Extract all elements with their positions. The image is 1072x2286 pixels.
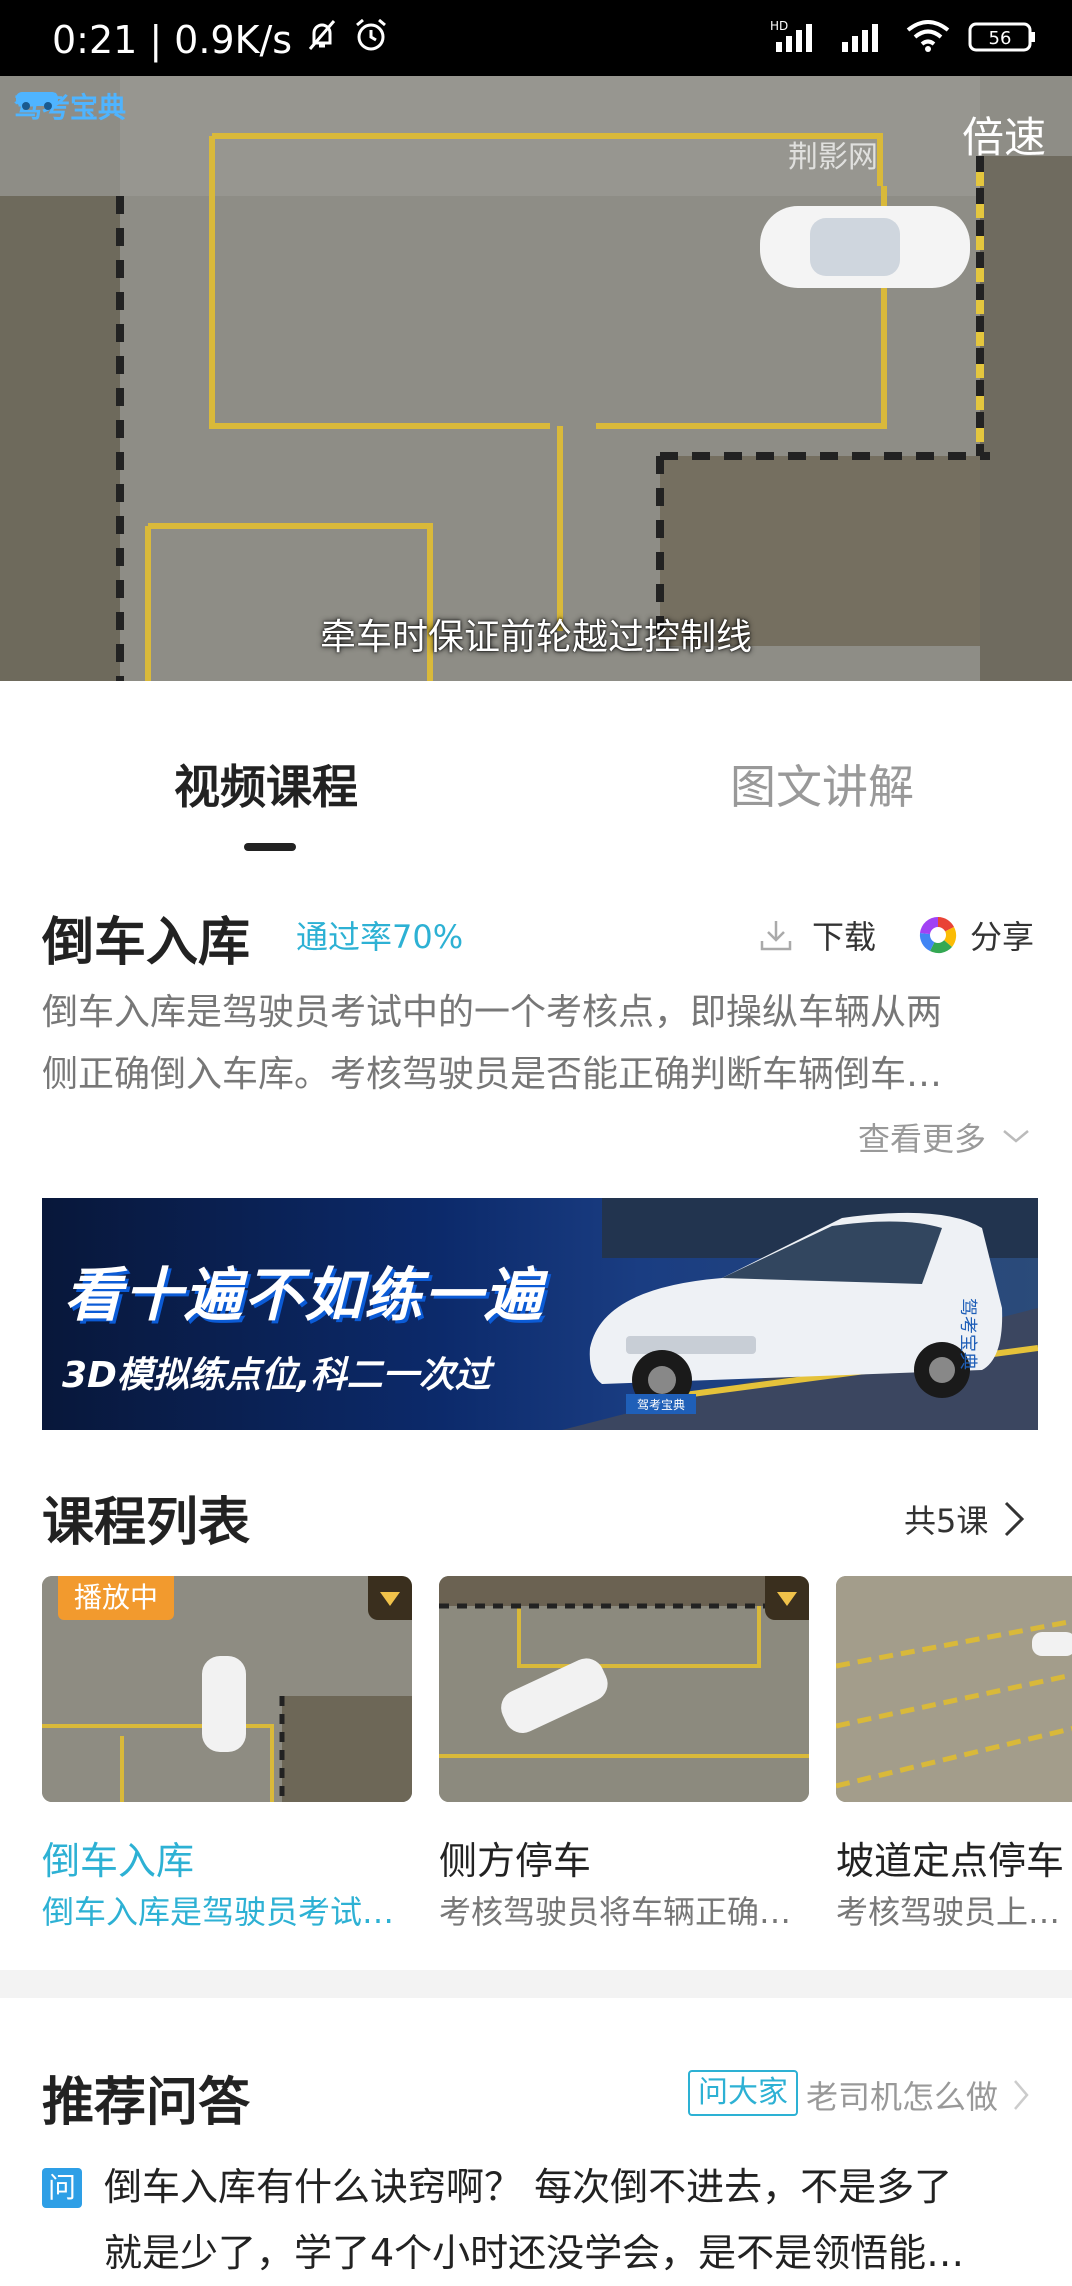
course-card-title: 倒车入库 [42,1839,195,1883]
vip-diamond-icon [368,1576,412,1620]
tab-indicator [244,843,296,851]
bell-muted-icon [304,17,340,62]
svg-text:驾考宝典: 驾考宝典 [637,1398,685,1412]
tab-illustrated-guide[interactable]: 图文讲解 [730,751,914,817]
vip-diamond-icon [765,1576,809,1620]
video-frame [0,76,1072,681]
course-card[interactable]: 播放中 倒车入库 倒车入库是驾驶员考试… [42,1576,412,1933]
chevron-right-icon [1014,2080,1029,2110]
watermark-logo: 驾考宝典 [14,86,126,126]
network-speed: 0.9K/s [174,17,293,62]
signal-icon [840,18,888,63]
promo-banner[interactable]: 驾考宝典 驾考宝典 看十遍不如练一遍 3D模拟练点位,科二一次过 [42,1198,1038,1430]
signal-hd-icon: HD [770,18,822,63]
question-line: 倒车入库有什么诀窍啊？ 每次倒不进去，不是多了 [104,2165,953,2209]
share-button[interactable]: 分享 [918,912,1034,958]
tab-bar: 视频课程 图文讲解 [0,681,1072,851]
watermark-right: 荆影网 [788,140,878,175]
pass-rate: 通过率70% [296,918,464,956]
share-label: 分享 [970,918,1035,956]
course-card-title: 坡道定点停车 [836,1839,1065,1883]
tab-video-course[interactable]: 视频课程 [174,751,358,817]
lesson-title: 倒车入库 [42,913,251,973]
course-card[interactable]: 坡道定点停车 考核驾驶员上坡时… [836,1576,1072,1933]
thumbnail-image [439,1576,809,1802]
now-playing-badge: 播放中 [58,1576,175,1620]
ask-veteran-label: 老司机怎么做 [806,2078,999,2116]
svg-text:HD: HD [770,19,788,33]
course-card-subtitle: 倒车入库是驾驶员考试… [42,1893,395,1931]
thumbnail-image [836,1576,1072,1802]
status-bar: 0:21 | 0.9K/s HD 56 [0,0,1072,76]
course-card[interactable]: 侧方停车 考核驾驶员将车辆正确… [439,1576,809,1933]
course-card-subtitle: 考核驾驶员将车辆正确… [439,1893,792,1931]
course-thumbnail [836,1576,1072,1802]
course-card-subtitle: 考核驾驶员上坡时… [836,1893,1072,1931]
battery-icon: 56 [968,18,1038,63]
section-divider [0,1970,1072,1998]
course-count-link[interactable]: 共5课 [904,1496,1026,1542]
question-icon: 问 [42,2168,82,2208]
lesson-description: 倒车入库是驾驶员考试中的一个考核点，即操纵车辆从两 侧正确倒入车库。考核驾驶员是… [42,982,1032,1106]
svg-text:驾考宝典: 驾考宝典 [957,1298,978,1370]
description-line: 倒车入库是驾驶员考试中的一个考核点，即操纵车辆从两 [42,992,943,1033]
show-more-label: 查看更多 [858,1120,987,1158]
car-image [760,206,970,288]
ask-everyone-tag[interactable]: 问大家 [688,2070,798,2116]
course-count: 共5课 [904,1502,989,1540]
download-icon [760,921,792,951]
alarm-icon [352,16,390,63]
playback-speed-button[interactable]: 倍速 [962,104,1046,165]
show-more-button[interactable]: 查看更多 [858,1114,1032,1160]
status-separator: | [149,17,163,62]
question-line: 就是少了，学了4个小时还没学会，是不是领悟能… [104,2231,965,2275]
status-time: 0:21 [52,17,138,62]
chevron-right-icon [1005,1501,1025,1537]
svg-text:56: 56 [989,28,1012,49]
wifi-icon [906,18,950,63]
banner-subline: 3D模拟练点位,科二一次过 [62,1355,491,1396]
description-line: 侧正确倒入车库。考核驾驶员是否能正确判断车辆倒车… [42,1054,943,1095]
download-button[interactable]: 下载 [758,912,876,958]
chevron-down-icon [1003,1130,1029,1143]
share-icon [919,916,957,954]
video-player[interactable]: 驾考宝典 荆影网 倍速 牵车时保证前轮越过控制线 [0,76,1072,681]
question-item[interactable]: 倒车入库有什么诀窍啊？ 每次倒不进去，不是多了 就是少了，学了4个小时还没学会，… [104,2154,1044,2286]
course-thumbnail: 播放中 [42,1576,412,1802]
qa-section-title: 推荐问答 [42,2073,251,2133]
ask-veteran-link[interactable]: 老司机怎么做 [806,2072,1030,2118]
course-list-title: 课程列表 [42,1493,251,1553]
banner-headline: 看十遍不如练一遍 [64,1261,545,1329]
video-subtitle: 牵车时保证前轮越过控制线 [319,617,752,658]
course-card-title: 侧方停车 [439,1839,592,1883]
download-label: 下载 [812,918,877,956]
course-thumbnail [439,1576,809,1802]
car-logo-icon [16,92,58,110]
